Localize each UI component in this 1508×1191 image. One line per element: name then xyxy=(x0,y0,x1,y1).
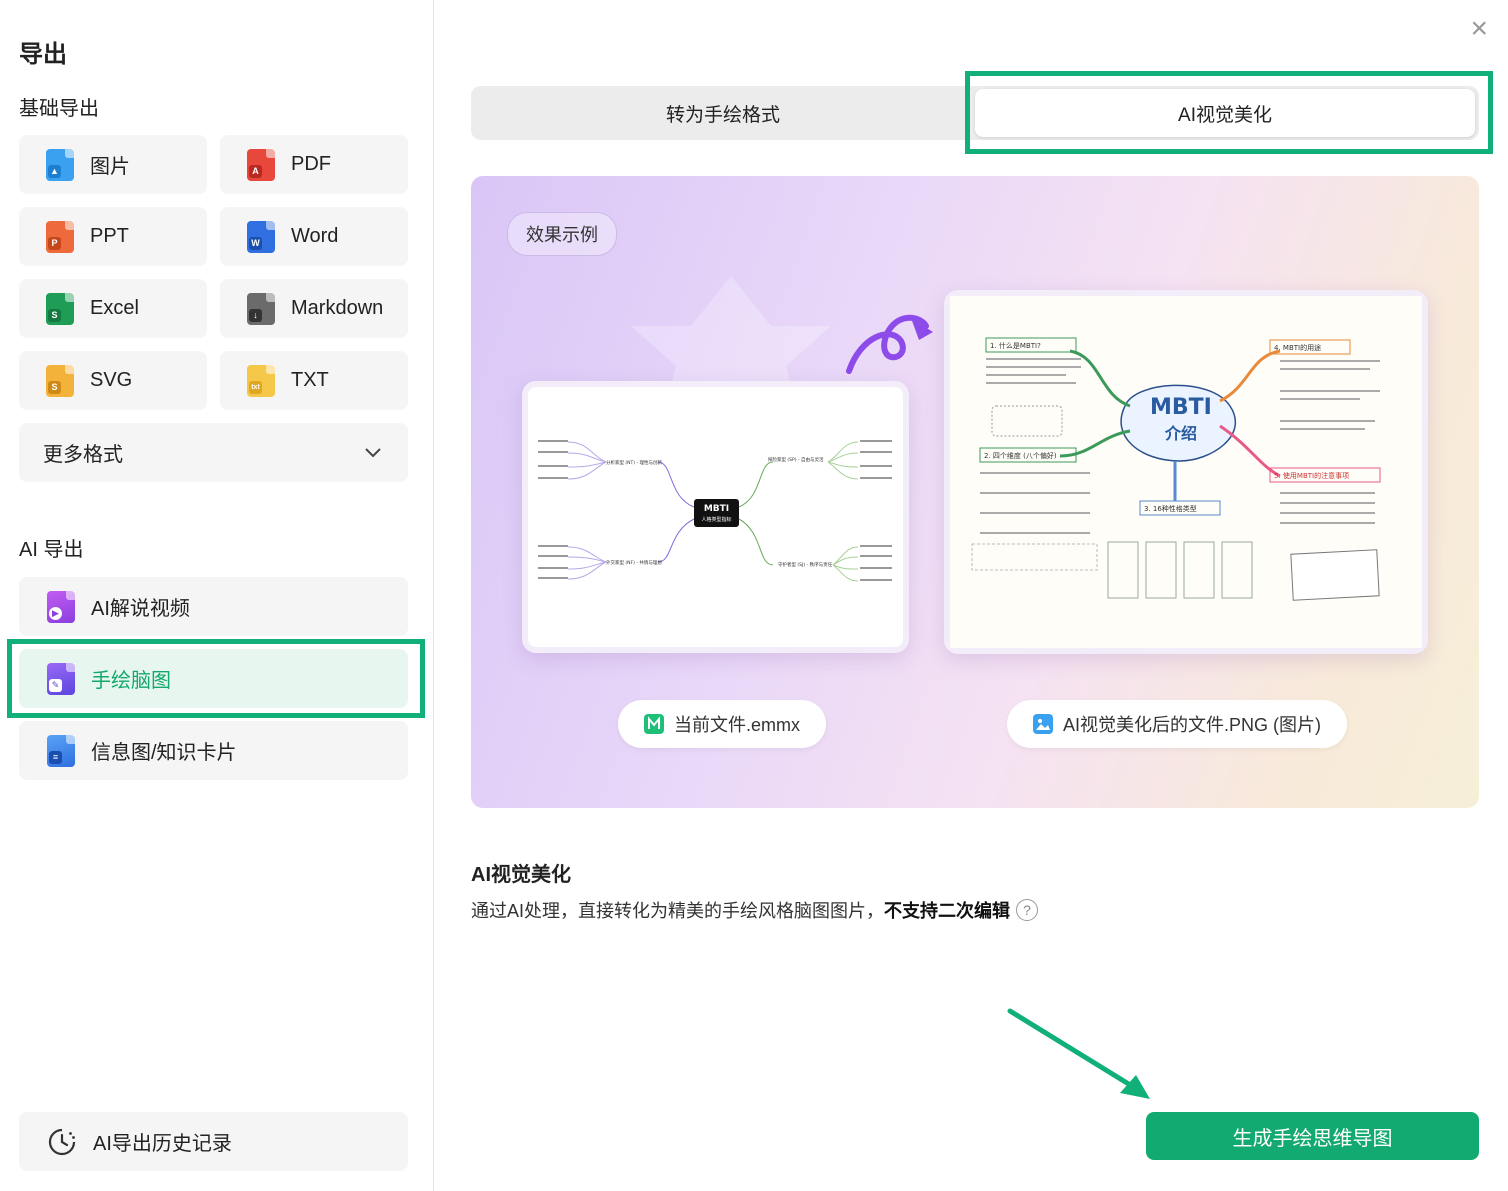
txt-file-icon: txt xyxy=(247,364,275,397)
format-excel-button[interactable]: S Excel xyxy=(19,279,207,338)
video-file-icon: ▶ xyxy=(47,590,75,623)
svg-text:3. 16种性格类型: 3. 16种性格类型 xyxy=(1144,504,1197,513)
dialog-title: 导出 xyxy=(19,41,67,68)
svg-text:人格类型指标: 人格类型指标 xyxy=(701,516,731,523)
format-label: Excel xyxy=(90,297,139,319)
format-pdf-button[interactable]: A PDF xyxy=(220,135,408,194)
chevron-down-icon xyxy=(365,447,381,457)
close-icon[interactable]: × xyxy=(1470,12,1488,46)
markdown-file-icon: ↓ xyxy=(247,292,275,325)
svg-text:MBTI: MBTI xyxy=(704,504,729,514)
format-ppt-button[interactable]: P PPT xyxy=(19,207,207,266)
format-txt-button[interactable]: txt TXT xyxy=(220,351,408,410)
svg-text:5. 使用MBTI的注意事项: 5. 使用MBTI的注意事项 xyxy=(1274,471,1349,480)
more-formats-dropdown[interactable]: 更多格式 xyxy=(19,423,408,482)
history-clock-icon xyxy=(48,1128,76,1155)
format-image-button[interactable]: ▲ 图片 xyxy=(19,135,207,194)
pointer-arrow-icon xyxy=(1007,1008,1150,1099)
card-file-icon: ≡ xyxy=(47,734,75,767)
png-image-icon xyxy=(1033,714,1053,734)
tab-handdrawn-format[interactable]: 转为手绘格式 xyxy=(471,86,975,140)
svg-text:探险家型 (SP) - 自由与灵活: 探险家型 (SP) - 自由与灵活 xyxy=(768,456,824,463)
ai-video-button[interactable]: ▶ AI解说视频 xyxy=(19,577,408,636)
svg-text:介绍: 介绍 xyxy=(1164,424,1197,443)
svg-text:1. 什么是MBTI?: 1. 什么是MBTI? xyxy=(990,341,1041,350)
description-text: 通过AI处理，直接转化为精美的手绘风格脑图图片， 不支持二次编辑? xyxy=(471,897,1039,923)
handdrawn-file-icon: ✎ xyxy=(47,662,75,695)
ai-export-title: AI 导出 xyxy=(19,539,84,561)
history-label: AI导出历史记录 xyxy=(93,1133,232,1155)
mindmaster-file-icon xyxy=(644,714,664,734)
pdf-file-icon: A xyxy=(247,148,275,181)
ai-export-history-button[interactable]: AI导出历史记录 xyxy=(19,1112,408,1171)
svg-text:MBTI: MBTI xyxy=(1150,395,1212,420)
source-mindmap-preview: MBTI 人格类型指标 分析家型 (NT) - 理性与创新 探险家型 (SP) … xyxy=(538,440,892,582)
description-title: AI视觉美化 xyxy=(471,864,571,886)
result-handdrawn-card: MBTI 介绍 1. 什么是MBTI? 4. MBTI的用途 2. 四个维度 (… xyxy=(944,290,1428,654)
handdrawn-mindmap-button[interactable]: ✎ 手绘脑图 xyxy=(19,649,408,708)
generate-handdrawn-mindmap-button[interactable]: 生成手绘思维导图 xyxy=(1146,1112,1479,1160)
basic-export-title: 基础导出 xyxy=(19,98,99,120)
help-icon[interactable]: ? xyxy=(1016,899,1039,921)
infographic-card-button[interactable]: ≡ 信息图/知识卡片 xyxy=(19,721,408,780)
more-formats-label: 更多格式 xyxy=(43,444,123,466)
svg-text:2. 四个维度 (八个偏好): 2. 四个维度 (八个偏好) xyxy=(984,451,1057,460)
image-file-icon: ▲ xyxy=(46,148,74,181)
format-svg-button[interactable]: S SVG xyxy=(19,351,207,410)
handdrawn-mindmap-preview: MBTI 介绍 1. 什么是MBTI? 4. MBTI的用途 2. 四个维度 (… xyxy=(950,296,1422,648)
format-word-button[interactable]: W Word xyxy=(220,207,408,266)
export-sidebar: 导出 基础导出 ▲ 图片 A PDF P PPT W Word S Excel … xyxy=(0,0,434,1191)
format-label: TXT xyxy=(291,369,329,391)
word-file-icon: W xyxy=(247,220,275,253)
result-file-label: AI视觉美化后的文件.PNG (图片) xyxy=(1063,715,1322,735)
result-file-chip: AI视觉美化后的文件.PNG (图片) xyxy=(1007,700,1348,748)
format-label: Word xyxy=(291,225,339,247)
svg-file-icon: S xyxy=(46,364,74,397)
effect-example-badge: 效果示例 xyxy=(507,212,617,256)
svg-text:守护者型 (SJ) - 秩序与责任: 守护者型 (SJ) - 秩序与责任 xyxy=(778,561,833,568)
svg-text:分析家型 (NT) - 理性与创新: 分析家型 (NT) - 理性与创新 xyxy=(606,459,663,466)
source-file-label: 当前文件.emmx xyxy=(674,715,800,735)
tab-ai-visual[interactable]: AI视觉美化 xyxy=(975,89,1475,137)
description-warning: 不支持二次编辑 xyxy=(884,901,1011,921)
description-body: 通过AI处理，直接转化为精美的手绘风格脑图图片， xyxy=(471,901,885,921)
svg-text:外交家型 (NF) - 共情与理想: 外交家型 (NF) - 共情与理想 xyxy=(606,559,662,566)
mode-segmented-control: 转为手绘格式 AI视觉美化 xyxy=(471,86,1479,140)
ai-item-label: AI解说视频 xyxy=(91,598,190,620)
svg-text:4. MBTI的用途: 4. MBTI的用途 xyxy=(1274,343,1321,352)
format-label: SVG xyxy=(90,369,133,391)
format-label: Markdown xyxy=(291,297,384,319)
format-markdown-button[interactable]: ↓ Markdown xyxy=(220,279,408,338)
ai-item-label: 手绘脑图 xyxy=(91,670,171,692)
source-file-chip: 当前文件.emmx xyxy=(618,700,826,748)
ppt-file-icon: P xyxy=(46,220,74,253)
effect-preview-panel: 效果示例 MBTI 人格类型指标 分析家型 (NT) - 理性与创新 探险家型 … xyxy=(471,176,1479,808)
format-label: PDF xyxy=(291,153,331,175)
source-mindmap-card: MBTI 人格类型指标 分析家型 (NT) - 理性与创新 探险家型 (SP) … xyxy=(522,381,909,653)
format-label: 图片 xyxy=(90,156,130,178)
excel-file-icon: S xyxy=(46,292,74,325)
ai-item-label: 信息图/知识卡片 xyxy=(91,742,237,764)
format-label: PPT xyxy=(90,225,129,247)
